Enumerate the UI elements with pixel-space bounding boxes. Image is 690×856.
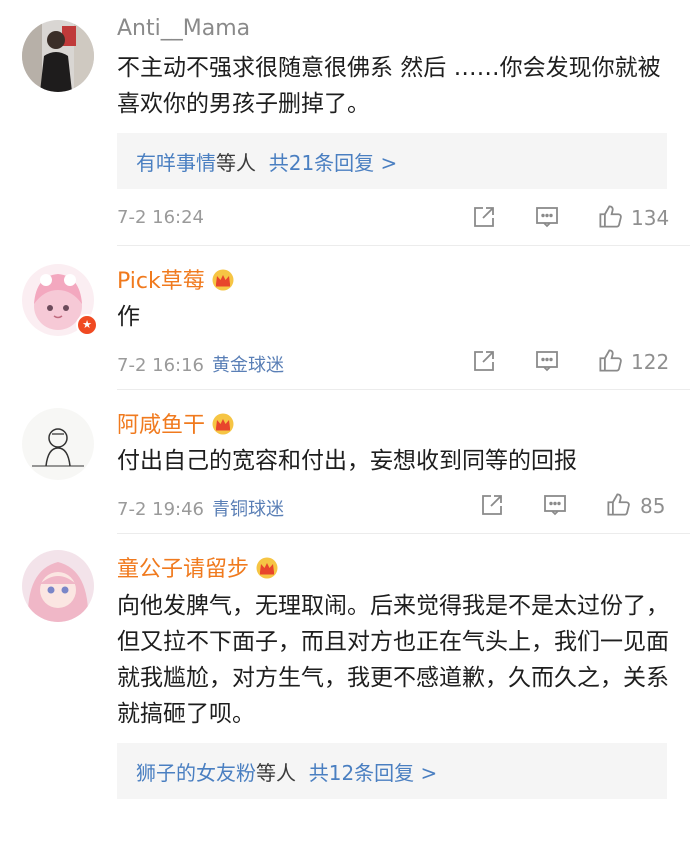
comment-item: 童公子请留步 向他发脾气，无理取闹。后来觉得我是不是太过份了，但又拉不下面子，而…: [0, 534, 690, 856]
crown-icon: [211, 269, 235, 297]
comment-text: 不主动不强求很随意很佛系 然后 ……你会发现你就被喜欢你的男孩子删掉了。: [117, 55, 661, 117]
comment-icon[interactable]: [543, 493, 567, 521]
thumbs-up-icon[interactable]: [597, 347, 624, 378]
reply-count-link[interactable]: 共12条回复 >: [309, 761, 438, 785]
comment-text: 向他发脾气，无理取闹。后来觉得我是不是太过份了，但又拉不下面子，而且对方也正在气…: [117, 593, 669, 727]
verified-badge-icon: ★: [76, 314, 98, 336]
crown-icon: [255, 557, 279, 585]
comment-icon[interactable]: [535, 205, 559, 233]
comment-icon[interactable]: [535, 349, 559, 377]
username-text: 童公子请留步: [117, 557, 250, 582]
comment-item: 阿咸鱼干 付出自己的宽容和付出，妄想收到同等的回报 7-2 19:46 青铜球迷 …: [0, 390, 690, 534]
timestamp: 7-2 16:16: [117, 355, 204, 376]
username[interactable]: 阿咸鱼干: [117, 407, 235, 441]
comment-item: ★ Pick草莓 作 7-2 16:16 黄金球迷 122: [0, 246, 690, 390]
fan-badge[interactable]: 黄金球迷: [212, 355, 284, 376]
comment-text: 付出自己的宽容和付出，妄想收到同等的回报: [117, 448, 577, 474]
comment-meta: 7-2 16:24: [117, 207, 204, 228]
comment-item: Anti__Mama 不主动不强求很随意很佛系 然后 ……你会发现你就被喜欢你的…: [0, 0, 690, 246]
thumbs-up-icon[interactable]: [597, 203, 624, 234]
reply-summary: 狮子的女友粉等人 共12条回复 >: [136, 757, 437, 786]
username-text: Pick草莓: [117, 269, 205, 294]
avatar[interactable]: [22, 20, 94, 92]
reply-count-link[interactable]: 共21条回复 >: [269, 151, 398, 175]
timestamp: 7-2 19:46: [117, 499, 204, 520]
reply-user-link[interactable]: 狮子的女友粉: [136, 761, 256, 785]
reply-others: 等人: [216, 151, 256, 175]
like-count: 85: [640, 494, 666, 518]
reply-others: 等人: [256, 761, 296, 785]
comment-meta: 7-2 19:46 青铜球迷: [117, 495, 284, 521]
fan-badge[interactable]: 青铜球迷: [212, 499, 284, 520]
username[interactable]: Anti__Mama: [117, 16, 250, 41]
avatar[interactable]: [22, 408, 94, 480]
thumbs-up-icon[interactable]: [605, 491, 632, 522]
like-count: 122: [631, 350, 670, 374]
username-text: 阿咸鱼干: [117, 413, 206, 438]
comment-meta: 7-2 16:16 黄金球迷: [117, 351, 284, 377]
avatar[interactable]: [22, 550, 94, 622]
crown-icon: [211, 413, 235, 441]
reply-summary: 有咩事情等人 共21条回复 >: [136, 147, 397, 176]
reply-preview[interactable]: 有咩事情等人 共21条回复 >: [117, 133, 667, 189]
reply-preview[interactable]: 狮子的女友粉等人 共12条回复 >: [117, 743, 667, 799]
username[interactable]: 童公子请留步: [117, 551, 279, 585]
share-icon[interactable]: [472, 349, 496, 377]
comment-text: 作: [117, 304, 140, 330]
share-icon[interactable]: [472, 205, 496, 233]
username[interactable]: Pick草莓: [117, 263, 235, 297]
reply-user-link[interactable]: 有咩事情: [136, 151, 216, 175]
timestamp: 7-2 16:24: [117, 207, 204, 228]
like-count: 134: [631, 206, 670, 230]
share-icon[interactable]: [480, 493, 504, 521]
